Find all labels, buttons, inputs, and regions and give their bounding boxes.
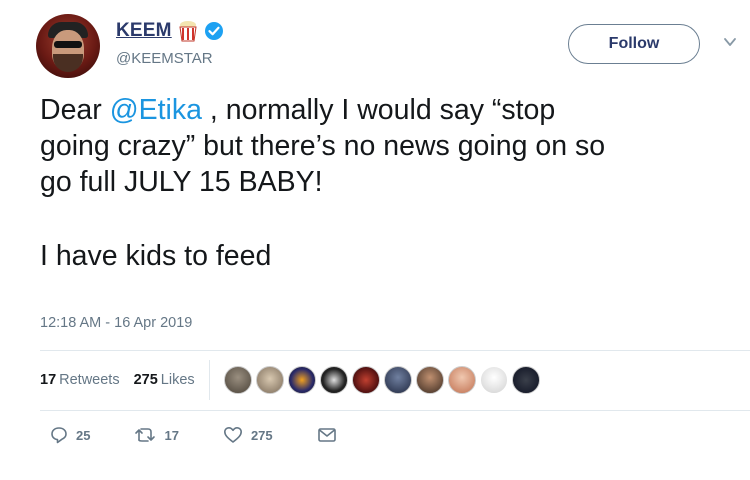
retweets-count: 17	[40, 372, 57, 388]
liker-avatar[interactable]	[479, 366, 508, 394]
verified-icon	[204, 21, 224, 41]
retweet-action[interactable]: 17	[134, 426, 179, 444]
tweet-timestamp[interactable]: 12:18 AM - 16 Apr 2019	[40, 315, 192, 331]
liker-avatar[interactable]	[319, 366, 348, 394]
retweets-label: Retweets	[59, 372, 120, 388]
tweet-line-1: Dear @Etika , normally I would say “stop	[40, 92, 740, 128]
liker-avatar[interactable]	[511, 366, 540, 394]
reply-count: 25	[76, 427, 91, 443]
tweet-text: Dear @Etika , normally I would say “stop…	[40, 92, 740, 274]
retweet-icon	[135, 428, 156, 442]
tweet-line-2: going crazy” but there’s no news going o…	[40, 130, 606, 162]
tweet-line-4: I have kids to feed	[40, 240, 272, 272]
tweet-text-segment: Dear	[40, 94, 110, 126]
liker-avatar[interactable]	[447, 366, 476, 394]
liker-avatar[interactable]	[223, 366, 252, 394]
tweet-text-segment: , normally I would say “stop	[202, 94, 556, 126]
liker-avatar[interactable]	[383, 366, 412, 394]
follow-button[interactable]: Follow	[568, 24, 700, 64]
like-count: 275	[250, 427, 273, 443]
like-action[interactable]: 275	[223, 426, 273, 444]
display-name[interactable]: KEEM	[116, 20, 172, 42]
likes-label: Likes	[160, 372, 195, 388]
stats-separator	[208, 360, 210, 400]
popcorn-icon	[178, 20, 198, 42]
retweets-stat[interactable]: 17 Retweets	[40, 372, 120, 388]
avatar-glasses	[54, 41, 82, 48]
reply-action[interactable]: 25	[50, 426, 90, 444]
chevron-down-icon[interactable]	[722, 34, 738, 50]
user-handle[interactable]: @KEEMSTAR	[116, 50, 213, 67]
avatar[interactable]	[36, 14, 100, 78]
liker-avatar[interactable]	[351, 366, 380, 394]
divider	[40, 350, 750, 351]
likes-count: 275	[133, 372, 158, 388]
name-row: KEEM	[116, 20, 224, 42]
divider	[40, 410, 750, 411]
direct-message-action[interactable]	[317, 427, 345, 443]
liker-avatars	[223, 366, 544, 394]
retweet-count: 17	[164, 427, 179, 443]
mention-link[interactable]: @Etika	[110, 94, 202, 126]
direct-message-icon	[317, 428, 336, 442]
tweet-line-3: go full JULY 15 BABY!	[40, 166, 323, 198]
liker-avatar[interactable]	[415, 366, 444, 394]
like-icon	[223, 427, 242, 443]
avatar-beard	[53, 54, 83, 72]
reply-icon	[51, 427, 67, 444]
tweet-actions: 25 17 275	[50, 426, 389, 444]
likes-stat[interactable]: 275 Likes	[134, 372, 195, 388]
engagement-stats: 17 Retweets 275 Likes	[40, 352, 750, 408]
liker-avatar[interactable]	[287, 366, 316, 394]
liker-avatar[interactable]	[255, 366, 284, 394]
tweet-header: KEEM @KEEMSTAR Follow	[36, 14, 746, 84]
